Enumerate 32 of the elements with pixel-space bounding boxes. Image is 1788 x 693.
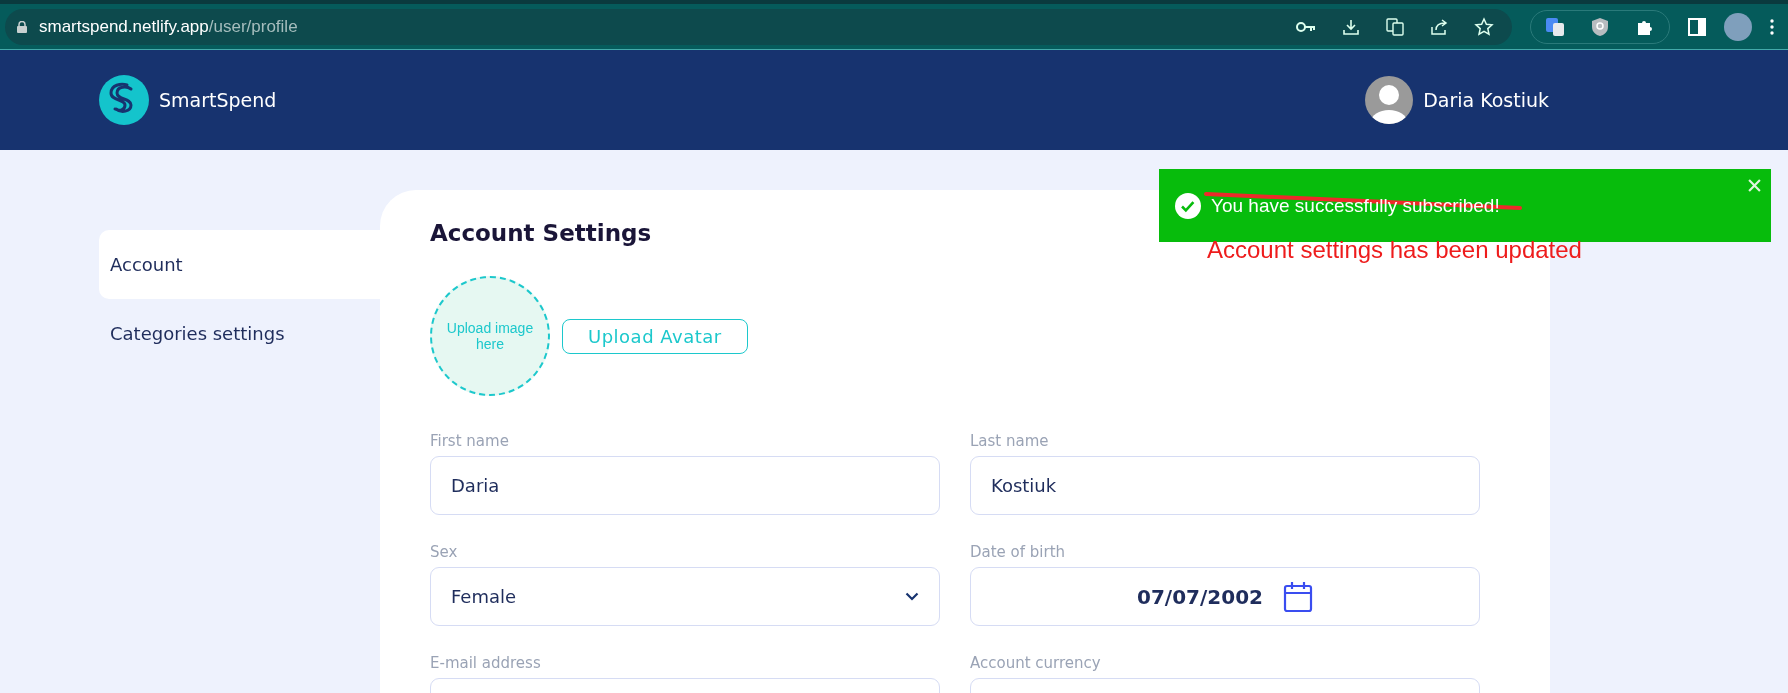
url-text: smartspend.netlify.app/user/profile	[39, 16, 299, 37]
share-icon[interactable]	[1430, 17, 1448, 36]
user-name[interactable]: Daria Kostiuk	[1423, 89, 1549, 111]
key-icon[interactable]	[1296, 20, 1316, 33]
profile-avatar[interactable]	[1724, 12, 1752, 41]
check-circle-icon	[1175, 192, 1201, 219]
field-label: Sex	[430, 543, 458, 561]
field-label: Last name	[970, 432, 1049, 450]
brand-name[interactable]: SmartSpend	[159, 89, 277, 111]
lock-icon	[17, 20, 27, 33]
field-label: Date of birth	[970, 543, 1066, 561]
shield-icon[interactable]	[1591, 16, 1609, 37]
field-label: Account currency	[970, 654, 1101, 672]
side-panel-icon[interactable]	[1688, 17, 1706, 36]
field-label: First name	[430, 432, 509, 450]
annotation-text: Account settings has been updated	[1207, 236, 1582, 264]
sidebar-item[interactable]: Categories settings	[99, 299, 380, 368]
sidebar-item[interactable]: Account	[99, 230, 380, 299]
chevron-down-icon	[905, 592, 919, 601]
input-field[interactable]: Daria	[430, 456, 940, 515]
field-label: E-mail address	[430, 654, 541, 672]
calendar-icon	[1282, 580, 1313, 613]
star-icon[interactable]	[1474, 16, 1494, 37]
menu-icon[interactable]	[1770, 18, 1774, 35]
avatar-icon[interactable]	[1365, 76, 1414, 124]
logo-icon[interactable]	[99, 75, 149, 125]
select-field[interactable]: Female	[430, 567, 940, 626]
date-field[interactable]: 07/07/2002	[970, 567, 1480, 626]
download-icon[interactable]	[1342, 17, 1360, 36]
address-bar[interactable]: smartspend.netlify.app/user/profile	[5, 8, 1512, 45]
card-title: Account Settings	[430, 220, 652, 246]
input-field[interactable]: Kostiuk	[970, 456, 1480, 515]
